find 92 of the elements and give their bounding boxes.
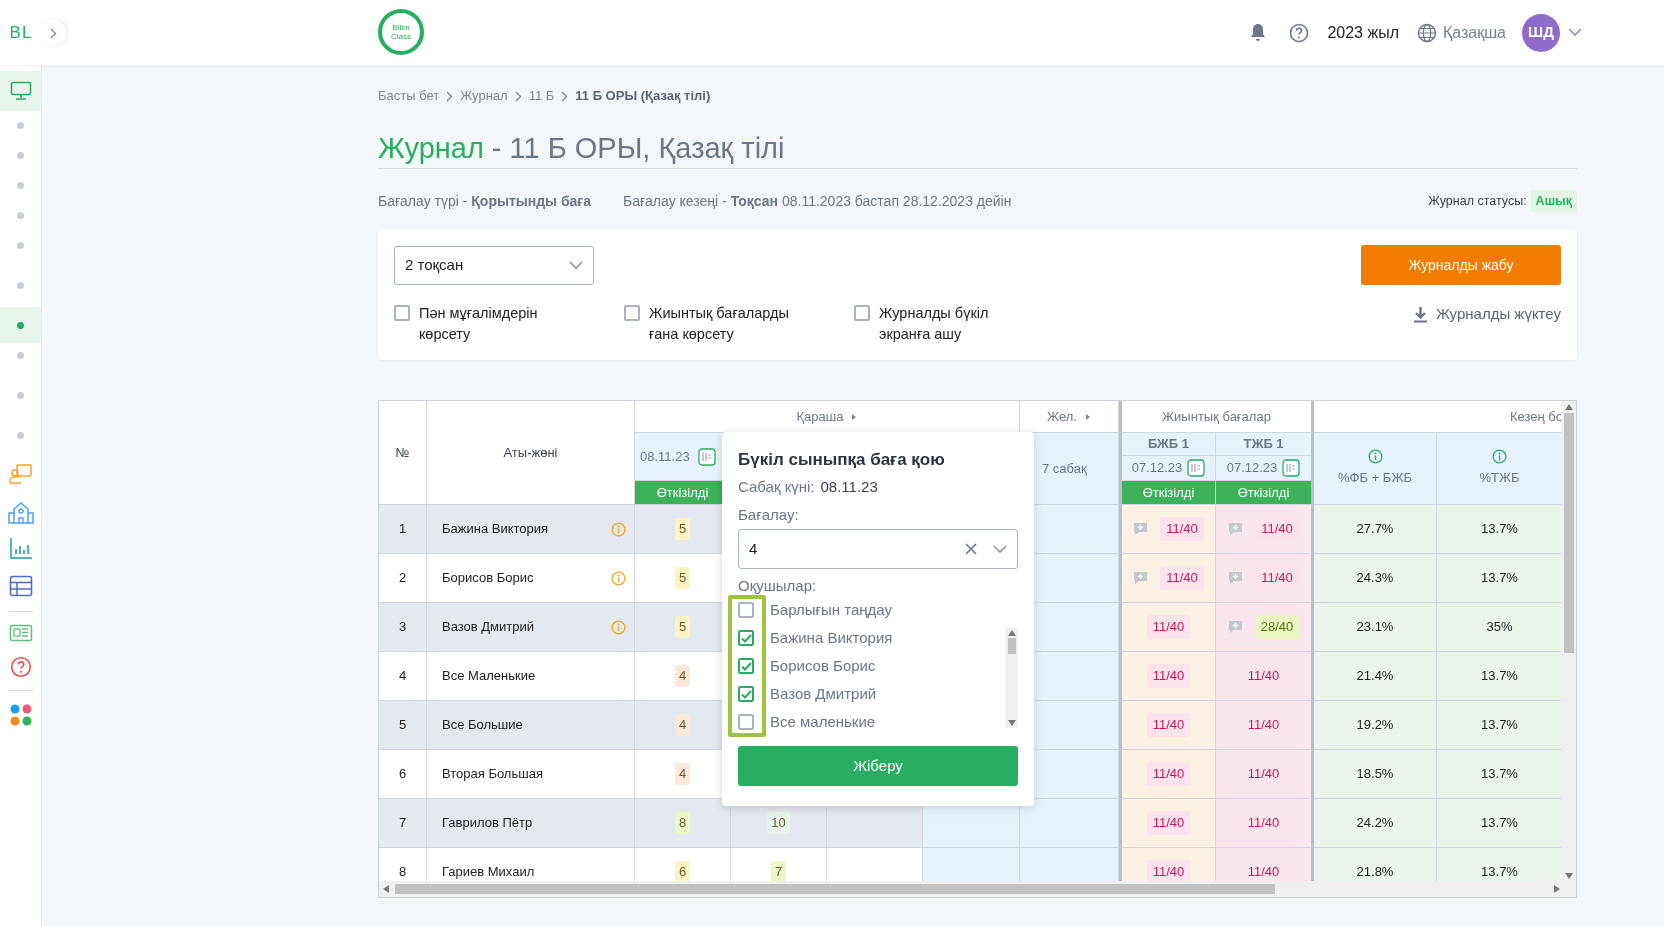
table-cell: 19.2% bbox=[1314, 701, 1437, 750]
close-journal-button[interactable]: Журналды жабу bbox=[1361, 245, 1561, 285]
table-cell: 24.2% bbox=[1314, 799, 1437, 848]
percent-header: %ТЖБ bbox=[1479, 469, 1520, 488]
table-cell: 21.4% bbox=[1314, 652, 1437, 701]
journal-status-label: Журнал статусы: bbox=[1428, 192, 1527, 210]
popup-title: Бүкіл сыныпқа баға қою bbox=[738, 449, 946, 471]
table-cell: 6 bbox=[379, 750, 427, 799]
student-name[interactable]: Борисов Борис bbox=[442, 568, 534, 588]
table-cell: 18.5% bbox=[1314, 750, 1437, 799]
table-cell: 4 bbox=[379, 652, 427, 701]
score-badge[interactable]: 11/40 bbox=[1146, 762, 1191, 786]
student-name[interactable]: Вазов Дмитрий bbox=[442, 617, 535, 637]
lesson-date-label: Сабақ күні: bbox=[738, 477, 815, 497]
option-label[interactable]: Жиынтық бағаларды ғана көрсету bbox=[649, 303, 809, 345]
page-title: Журнал - 11 Б ОРЫ, Қазақ тілі bbox=[378, 131, 785, 166]
percent-header: %ФБ + БЖБ bbox=[1338, 469, 1412, 488]
score-badge[interactable]: 11/40 bbox=[1146, 713, 1191, 737]
assessment-date: 07.12.23 bbox=[1131, 459, 1183, 478]
user-avatar[interactable]: ШД bbox=[1522, 13, 1560, 52]
table-cell: 13.7% bbox=[1437, 750, 1563, 799]
breadcrumb-link[interactable]: 11 Б bbox=[528, 86, 555, 106]
language-selector[interactable]: Қазақша bbox=[1443, 20, 1506, 45]
grade-badge[interactable]: 5 bbox=[674, 567, 691, 589]
grade-badge[interactable]: 6 bbox=[674, 861, 691, 882]
grade-badge[interactable]: 7 bbox=[770, 861, 787, 882]
score-badge[interactable]: 11/40 bbox=[1160, 566, 1204, 590]
table-cell: 1 bbox=[379, 505, 427, 554]
table-cell: 5 bbox=[379, 701, 427, 750]
student-option[interactable]: Все маленькие bbox=[770, 710, 876, 734]
student-name[interactable]: Все Большие bbox=[442, 715, 523, 735]
table-cell: 27.7% bbox=[1314, 505, 1437, 554]
grade-label: Бағалау: bbox=[738, 505, 800, 525]
assessment-type-text: Бағалау түрі - Қорытынды баға bbox=[378, 191, 591, 211]
students-label: Оқушылар: bbox=[738, 576, 818, 596]
year-selector[interactable]: 2023 жыл bbox=[1327, 20, 1399, 45]
term-select[interactable]: 2 тоқсан bbox=[394, 246, 594, 285]
table-cell: 13.7% bbox=[1437, 652, 1563, 701]
option-label[interactable]: Журналды бүкіл экранға ашу bbox=[879, 303, 1039, 345]
table-cell: 7 bbox=[379, 799, 427, 848]
table-cell: 13.7% bbox=[1437, 848, 1563, 882]
score-badge[interactable]: 11/40 bbox=[1146, 811, 1191, 835]
status-badge: Ашық bbox=[1530, 189, 1577, 213]
assessment-period-text: Бағалау кезеңі - Тоқсан 08.11.2023 бастап 28.12.2023 дейін bbox=[622, 191, 1012, 211]
grade-badge[interactable]: 10 bbox=[767, 812, 790, 834]
grade-badge[interactable]: 5 bbox=[674, 616, 691, 638]
table-cell: 13.7% bbox=[1437, 505, 1563, 554]
table-cell: 35% bbox=[1437, 603, 1563, 652]
table-cell: 2 bbox=[379, 554, 427, 603]
table-cell: 21.8% bbox=[1314, 848, 1437, 882]
student-name[interactable]: Бажина Виктория bbox=[442, 519, 549, 539]
lesson-date-value: 08.11.23 bbox=[820, 477, 878, 497]
table-cell: 13.7% bbox=[1437, 701, 1563, 750]
grade-badge[interactable]: 5 bbox=[674, 518, 691, 540]
grade-badge[interactable]: 4 bbox=[674, 665, 691, 687]
submit-button[interactable]: Жіберу bbox=[738, 746, 1018, 786]
brand-mark[interactable]: BL bbox=[9, 19, 33, 46]
lessons-count: 7 сабақ bbox=[1042, 459, 1087, 478]
breadcrumb-link[interactable]: 11 Б ОРЫ (Қазақ тілі) bbox=[575, 86, 711, 106]
grade-select[interactable]: 4 bbox=[738, 529, 1018, 569]
grade-badge[interactable]: 4 bbox=[674, 714, 691, 736]
student-option[interactable]: Борисов Борис bbox=[770, 654, 876, 678]
student-option[interactable]: Бажина Виктория bbox=[770, 626, 893, 650]
grade-badge[interactable]: 4 bbox=[674, 763, 691, 785]
score-badge[interactable]: 28/40 bbox=[1254, 615, 1300, 639]
breadcrumb-link[interactable]: Журнал bbox=[460, 86, 508, 106]
lesson-date: 08.11.23 bbox=[640, 447, 690, 466]
table-cell: 13.7% bbox=[1437, 554, 1563, 603]
breadcrumb-link[interactable]: Басты бет bbox=[378, 86, 440, 106]
table-cell: 13.7% bbox=[1437, 799, 1563, 848]
score-badge[interactable]: 11/40 bbox=[1146, 615, 1191, 639]
score-badge[interactable]: 11/40 bbox=[1160, 517, 1204, 541]
assessment-status: Өткізілді bbox=[1216, 481, 1314, 505]
student-name[interactable]: Гаврилов Пётр bbox=[442, 813, 533, 833]
assessment-date: 07.12.23 bbox=[1226, 459, 1278, 478]
score-badge[interactable]: 11/40 bbox=[1146, 860, 1191, 882]
app-logo[interactable]: Bilim Class bbox=[378, 9, 424, 55]
student-option[interactable]: Вазов Дмитрий bbox=[770, 682, 877, 706]
student-option[interactable]: Барлығын таңдау bbox=[770, 598, 892, 622]
table-cell: 24.3% bbox=[1314, 554, 1437, 603]
student-name[interactable]: Все Маленькие bbox=[442, 666, 536, 686]
assessment-title: ТЖБ 1 bbox=[1243, 435, 1284, 454]
assessment-status: Өткізілді bbox=[1119, 481, 1216, 505]
student-name[interactable]: Вторая Большая bbox=[442, 764, 543, 784]
table-cell: 3 bbox=[379, 603, 427, 652]
assessment-title: БЖБ 1 bbox=[1148, 435, 1189, 454]
score-badge[interactable]: 11/40 bbox=[1146, 664, 1191, 688]
download-link[interactable]: Журналды жүктеу bbox=[1412, 304, 1561, 324]
grade-badge[interactable]: 8 bbox=[674, 812, 691, 834]
student-name[interactable]: Гариев Михаил bbox=[442, 862, 535, 882]
option-label[interactable]: Пән мұғалімдерін көрсету bbox=[419, 303, 579, 345]
table-cell: 23.1% bbox=[1314, 603, 1437, 652]
